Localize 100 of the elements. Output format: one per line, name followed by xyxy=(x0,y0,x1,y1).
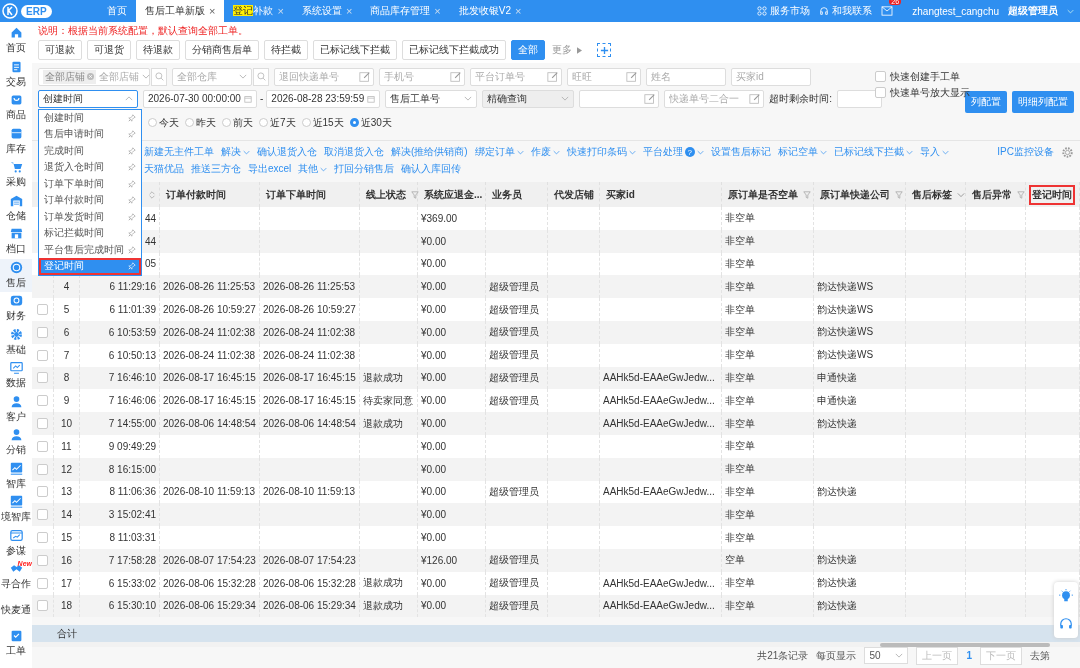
menu-item[interactable]: 订单付款时间 xyxy=(39,192,141,209)
row-checkbox[interactable] xyxy=(37,326,48,338)
input-field[interactable]: 平台订单号 xyxy=(470,67,562,86)
menu-item[interactable]: 订单发货时间 xyxy=(39,208,141,225)
close-icon[interactable]: × xyxy=(209,5,216,17)
page-size-select[interactable]: 50 xyxy=(864,647,909,665)
filter-button[interactable]: 待拦截 xyxy=(264,40,308,60)
filter-icon[interactable] xyxy=(895,190,903,199)
input-field[interactable] xyxy=(837,89,883,108)
input-field[interactable]: 姓名 xyxy=(646,67,726,86)
pin-icon[interactable] xyxy=(128,179,136,188)
radio-button[interactable] xyxy=(301,118,311,127)
row-checkbox[interactable] xyxy=(37,463,48,475)
headset-icon[interactable] xyxy=(1059,617,1073,631)
input-field[interactable]: 旺旺 xyxy=(567,67,641,86)
nav-item[interactable]: 快麦通 xyxy=(0,593,32,627)
tab[interactable]: 售后工单新版 × xyxy=(136,0,225,22)
radio-button[interactable] xyxy=(185,118,194,127)
date-field[interactable]: 2026-07-30 00:00:00 xyxy=(143,89,257,108)
row-checkbox[interactable] xyxy=(37,372,48,384)
filter-button[interactable]: 已标记线下拦截成功 xyxy=(402,40,506,60)
nav-item[interactable]: 商品 xyxy=(0,91,32,125)
add-button[interactable] xyxy=(597,43,611,57)
filter-icon[interactable] xyxy=(1017,190,1025,199)
nav-item[interactable]: 财务 xyxy=(0,292,32,326)
nav-item[interactable]: 客户 xyxy=(0,392,32,426)
play-icon[interactable] xyxy=(577,46,582,54)
input-field[interactable]: 退回快递单号 xyxy=(274,67,374,86)
edit-icon[interactable] xyxy=(749,92,762,105)
menu-item[interactable]: 标记拦截时间 xyxy=(39,225,141,242)
filter-icon[interactable] xyxy=(803,190,811,199)
checkbox[interactable] xyxy=(875,87,886,98)
menu-item[interactable]: 完成时间 xyxy=(39,142,141,159)
edit-icon[interactable] xyxy=(359,70,371,83)
nav-item[interactable]: 数据 xyxy=(0,359,32,393)
row-checkbox[interactable] xyxy=(37,395,48,407)
nav-item[interactable]: 智库 xyxy=(0,459,32,493)
nav-item[interactable]: 采购 xyxy=(0,158,32,192)
pin-icon[interactable] xyxy=(128,163,136,172)
clear-icon[interactable] xyxy=(87,73,94,80)
menu-item[interactable]: 退货入仓时间 xyxy=(39,159,141,176)
radio-button[interactable] xyxy=(148,118,157,127)
menu-item[interactable]: 售后申请时间 xyxy=(39,126,141,143)
scrollbar-thumb[interactable] xyxy=(880,642,1050,647)
edit-icon[interactable] xyxy=(450,70,462,83)
input-field[interactable] xyxy=(579,89,660,108)
nav-item[interactable]: 库存 xyxy=(0,124,32,158)
mail-icon[interactable] xyxy=(881,6,894,16)
input-field[interactable]: 买家id xyxy=(731,67,811,86)
chevron-down-icon[interactable] xyxy=(1067,8,1074,14)
radio-button[interactable] xyxy=(222,118,231,127)
nav-item[interactable]: 售后 xyxy=(0,258,32,292)
row-checkbox[interactable] xyxy=(37,554,48,566)
settings-icon[interactable] xyxy=(1061,145,1074,159)
row-checkbox[interactable] xyxy=(37,418,48,430)
row-checkbox[interactable] xyxy=(37,577,48,589)
checkbox[interactable] xyxy=(875,71,886,82)
date-field[interactable]: 2026-08-28 23:59:59 xyxy=(266,89,381,108)
radio-button[interactable] xyxy=(259,118,268,127)
nav-item[interactable]: 仓储 xyxy=(0,191,32,225)
menu-item[interactable]: 平台售后完成时间 xyxy=(39,241,141,258)
row-checkbox[interactable] xyxy=(37,349,48,361)
pin-icon[interactable] xyxy=(128,196,136,205)
sort-icon[interactable] xyxy=(148,190,156,199)
pin-icon[interactable] xyxy=(128,212,136,221)
edit-icon[interactable] xyxy=(644,92,657,105)
lightbulb-icon[interactable] xyxy=(1059,589,1073,603)
search-type-select[interactable]: 售后工单号 xyxy=(385,89,478,108)
row-checkbox[interactable] xyxy=(37,486,48,498)
nav-item[interactable]: 工单 xyxy=(0,627,32,661)
row-checkbox[interactable] xyxy=(37,600,48,612)
nav-item[interactable]: 参谋 xyxy=(0,526,32,560)
nav-item[interactable]: 境智库 xyxy=(0,493,32,527)
search-button[interactable] xyxy=(253,67,269,86)
nav-item[interactable]: 交易 xyxy=(0,57,32,91)
pin-icon[interactable] xyxy=(128,113,136,122)
pin-icon[interactable] xyxy=(128,146,136,155)
row-checkbox[interactable] xyxy=(37,532,48,544)
row-checkbox[interactable] xyxy=(37,509,48,521)
row-checkbox[interactable] xyxy=(37,440,48,452)
row-checkbox[interactable] xyxy=(37,304,48,316)
search-button[interactable] xyxy=(151,67,167,86)
nav-item[interactable]: 首页 xyxy=(0,24,32,58)
chevron-down-icon[interactable] xyxy=(957,190,965,199)
filter-button[interactable]: 分销商售后单 xyxy=(185,40,259,60)
filter-icon[interactable] xyxy=(411,190,419,199)
nav-item[interactable]: 基础 xyxy=(0,325,32,359)
time-type-select[interactable]: 创建时间 xyxy=(38,89,138,108)
radio-button[interactable] xyxy=(349,118,359,127)
filter-button[interactable]: 可退货 xyxy=(87,40,131,60)
edit-icon[interactable] xyxy=(626,70,638,83)
edit-icon[interactable] xyxy=(547,70,559,83)
pin-icon[interactable] xyxy=(128,229,136,238)
pin-icon[interactable] xyxy=(128,245,136,254)
input-field[interactable]: 手机号 xyxy=(379,67,465,86)
filter-button[interactable]: 可退款 xyxy=(38,40,82,60)
nav-item[interactable]: 档口 xyxy=(0,225,32,259)
menu-item[interactable]: 订单下单时间 xyxy=(39,175,141,192)
filter-button[interactable]: 已标记线下拦截 xyxy=(313,40,397,60)
filter-button[interactable]: 待退款 xyxy=(136,40,180,60)
